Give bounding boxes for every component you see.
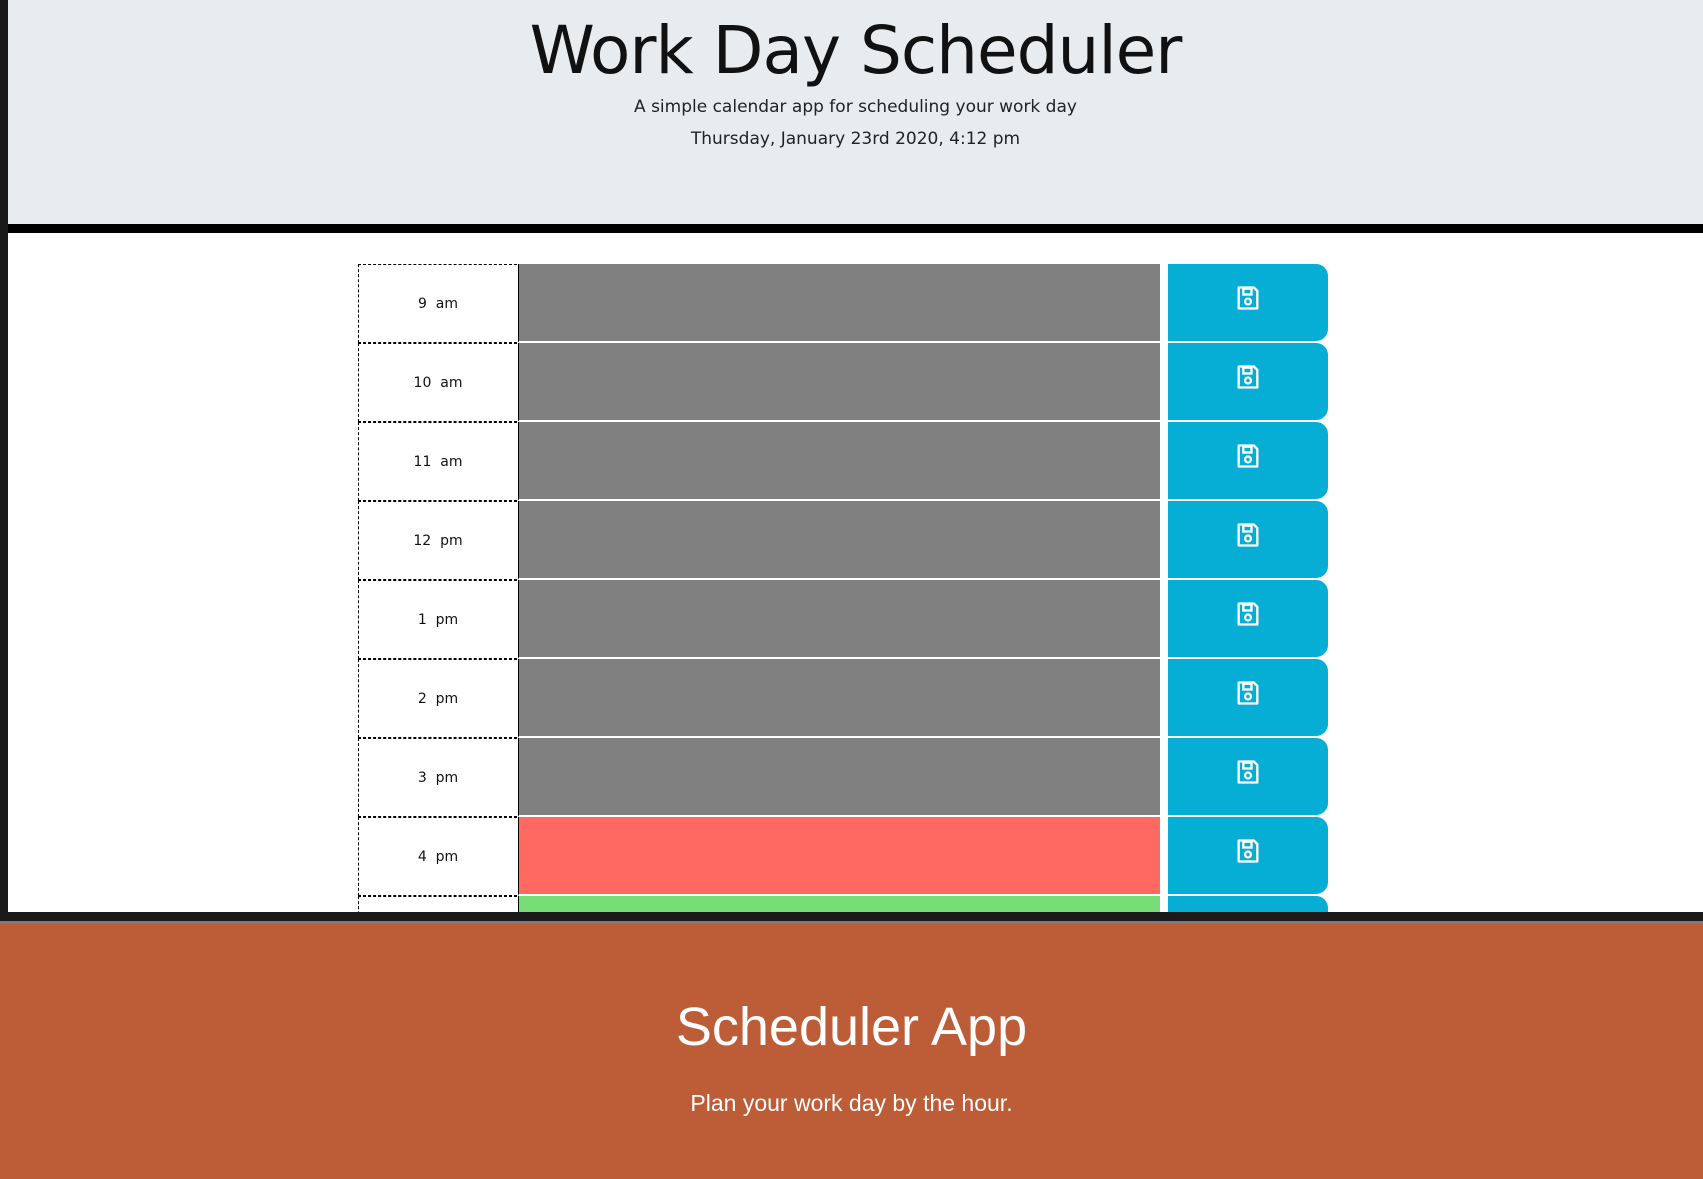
save-button[interactable] [1168,501,1328,578]
time-block-row: 4 pm [358,817,1328,896]
event-description-input[interactable] [518,580,1160,659]
event-description-input[interactable] [518,896,1160,912]
current-day: Thursday, January 23rd 2020, 4:12 pm [690,129,1021,149]
time-block-row: 10 am [358,343,1328,422]
time-block-row: 3 pm [358,738,1328,817]
floppy-disk-icon [1237,444,1259,468]
hour-label: 2 pm [358,659,517,738]
page-lead: A simple calendar app for scheduling you… [634,97,1077,117]
event-description-input[interactable] [518,343,1160,422]
floppy-disk-icon [1237,760,1259,784]
time-block-list: 9 am 10 am 11 am 12 pm 1 pm 2 pm 3 pm 4 pm [358,264,1328,912]
hour-label: 4 pm [358,817,517,896]
save-button[interactable] [1168,264,1328,341]
save-button[interactable] [1168,580,1328,657]
event-description-input[interactable] [518,738,1160,817]
banner-subtitle: Plan your work day by the hour. [690,1090,1013,1116]
time-block-row: 9 am [358,264,1328,343]
event-description-input[interactable] [518,264,1160,343]
time-block-row [358,896,1328,912]
save-button[interactable] [1168,422,1328,499]
time-block-row: 2 pm [358,659,1328,738]
hour-label: 9 am [358,264,517,343]
caption-banner: Scheduler App Plan your work day by the … [0,921,1703,1179]
save-button[interactable] [1168,817,1328,894]
hour-label: 1 pm [358,580,517,659]
banner-title: Scheduler App [675,997,1028,1057]
app-screen: Work Day Scheduler A simple calendar app… [8,0,1703,912]
time-block-row: 1 pm [358,580,1328,659]
hour-label: 12 pm [358,501,517,580]
floppy-disk-icon [1237,365,1259,389]
save-button[interactable] [1168,896,1328,912]
hour-label: 11 am [358,422,517,501]
save-button[interactable] [1168,738,1328,815]
save-button[interactable] [1168,343,1328,420]
floppy-disk-icon [1237,286,1259,310]
floppy-disk-icon [1237,681,1259,705]
event-description-input[interactable] [518,817,1160,896]
event-description-input[interactable] [518,422,1160,501]
jumbotron-header: Work Day Scheduler A simple calendar app… [8,0,1703,233]
floppy-disk-icon [1237,839,1259,863]
event-description-input[interactable] [518,501,1160,580]
time-block-row: 12 pm [358,501,1328,580]
time-block-row: 11 am [358,422,1328,501]
save-button[interactable] [1168,659,1328,736]
hour-label [358,896,517,912]
event-description-input[interactable] [518,659,1160,738]
floppy-disk-icon [1237,602,1259,626]
hour-label: 10 am [358,343,517,422]
page-title: Work Day Scheduler [529,12,1183,89]
hour-label: 3 pm [358,738,517,817]
floppy-disk-icon [1237,523,1259,547]
